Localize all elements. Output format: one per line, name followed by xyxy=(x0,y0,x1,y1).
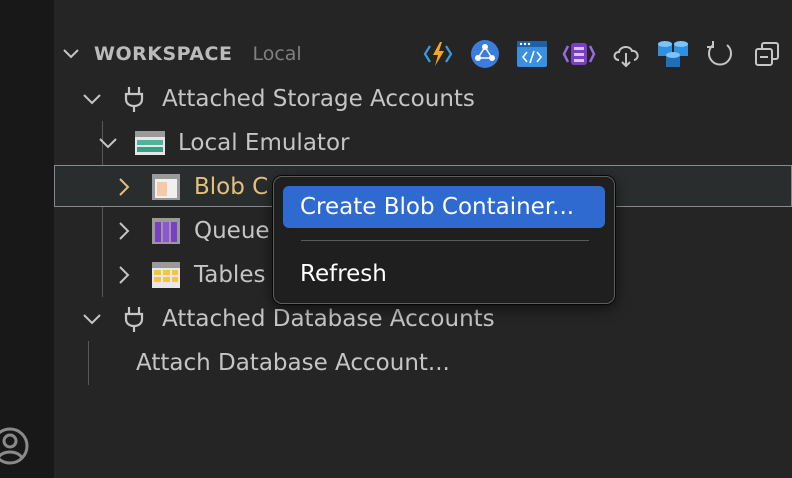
plug-icon xyxy=(118,304,150,334)
chevron-right-icon xyxy=(119,222,130,240)
collapse-all-button[interactable] xyxy=(749,36,785,72)
network-graph-button[interactable] xyxy=(467,36,503,72)
tree-item-attach-database-account[interactable]: Attach Database Account... xyxy=(136,341,450,385)
tree-item-queues[interactable]: Queue xyxy=(112,209,270,253)
tree-item-label: Attach Database Account... xyxy=(136,350,450,376)
databases-icon xyxy=(658,41,688,67)
menu-item-refresh[interactable]: Refresh xyxy=(283,253,605,295)
cloud-download-icon xyxy=(613,46,639,68)
databases-button[interactable] xyxy=(655,36,691,72)
tree-item-attached-storage[interactable]: Attached Storage Accounts xyxy=(80,77,475,121)
azure-functions-icon xyxy=(423,42,453,66)
logic-app-icon xyxy=(562,43,596,65)
network-graph-icon xyxy=(471,40,499,68)
account-icon[interactable] xyxy=(0,426,30,466)
queue-icon xyxy=(150,216,182,246)
chevron-right-icon xyxy=(119,266,130,284)
indent-guide xyxy=(88,341,89,385)
menu-item-label: Refresh xyxy=(300,261,387,287)
section-subtitle: Local xyxy=(252,43,302,65)
tree-item-label: Local Emulator xyxy=(178,130,350,156)
section-toolbar xyxy=(420,36,792,72)
menu-item-label: Create Blob Container... xyxy=(300,194,575,220)
tree-item-label: Blob C xyxy=(194,174,269,200)
storage-account-icon xyxy=(134,128,166,158)
logic-app-button[interactable] xyxy=(561,36,597,72)
chevron-down-icon xyxy=(63,49,79,59)
tree-item-local-emulator[interactable]: Local Emulator xyxy=(96,121,349,165)
collapse-all-icon xyxy=(755,42,779,66)
menu-separator xyxy=(301,240,589,241)
menu-item-create-blob-container[interactable]: Create Blob Container... xyxy=(283,186,605,228)
tree-item-tables[interactable]: Tables xyxy=(112,253,265,297)
azure-functions-button[interactable] xyxy=(420,36,456,72)
tree-item-label: Queue xyxy=(194,218,270,244)
chevron-right-icon xyxy=(119,178,130,196)
refresh-button[interactable] xyxy=(702,36,738,72)
tree-item-label: Tables xyxy=(194,262,266,288)
context-menu: Create Blob Container... Refresh xyxy=(273,176,615,304)
section-title: WORKSPACE xyxy=(94,43,233,65)
chevron-down-icon xyxy=(99,138,117,149)
tree-item-blob-containers[interactable]: Blob C xyxy=(112,165,268,209)
activity-bar xyxy=(0,0,54,478)
tree-item-label: Attached Storage Accounts xyxy=(162,86,475,112)
static-web-app-button[interactable] xyxy=(514,36,550,72)
deploy-button[interactable] xyxy=(608,36,644,72)
chevron-down-icon xyxy=(83,94,101,105)
tree-item-label: Attached Database Accounts xyxy=(162,306,495,332)
blob-container-icon xyxy=(150,172,182,202)
plug-icon xyxy=(118,84,150,114)
table-icon xyxy=(150,260,182,290)
web-code-window-icon xyxy=(517,41,547,67)
refresh-icon xyxy=(707,41,732,66)
chevron-down-icon xyxy=(83,314,101,325)
